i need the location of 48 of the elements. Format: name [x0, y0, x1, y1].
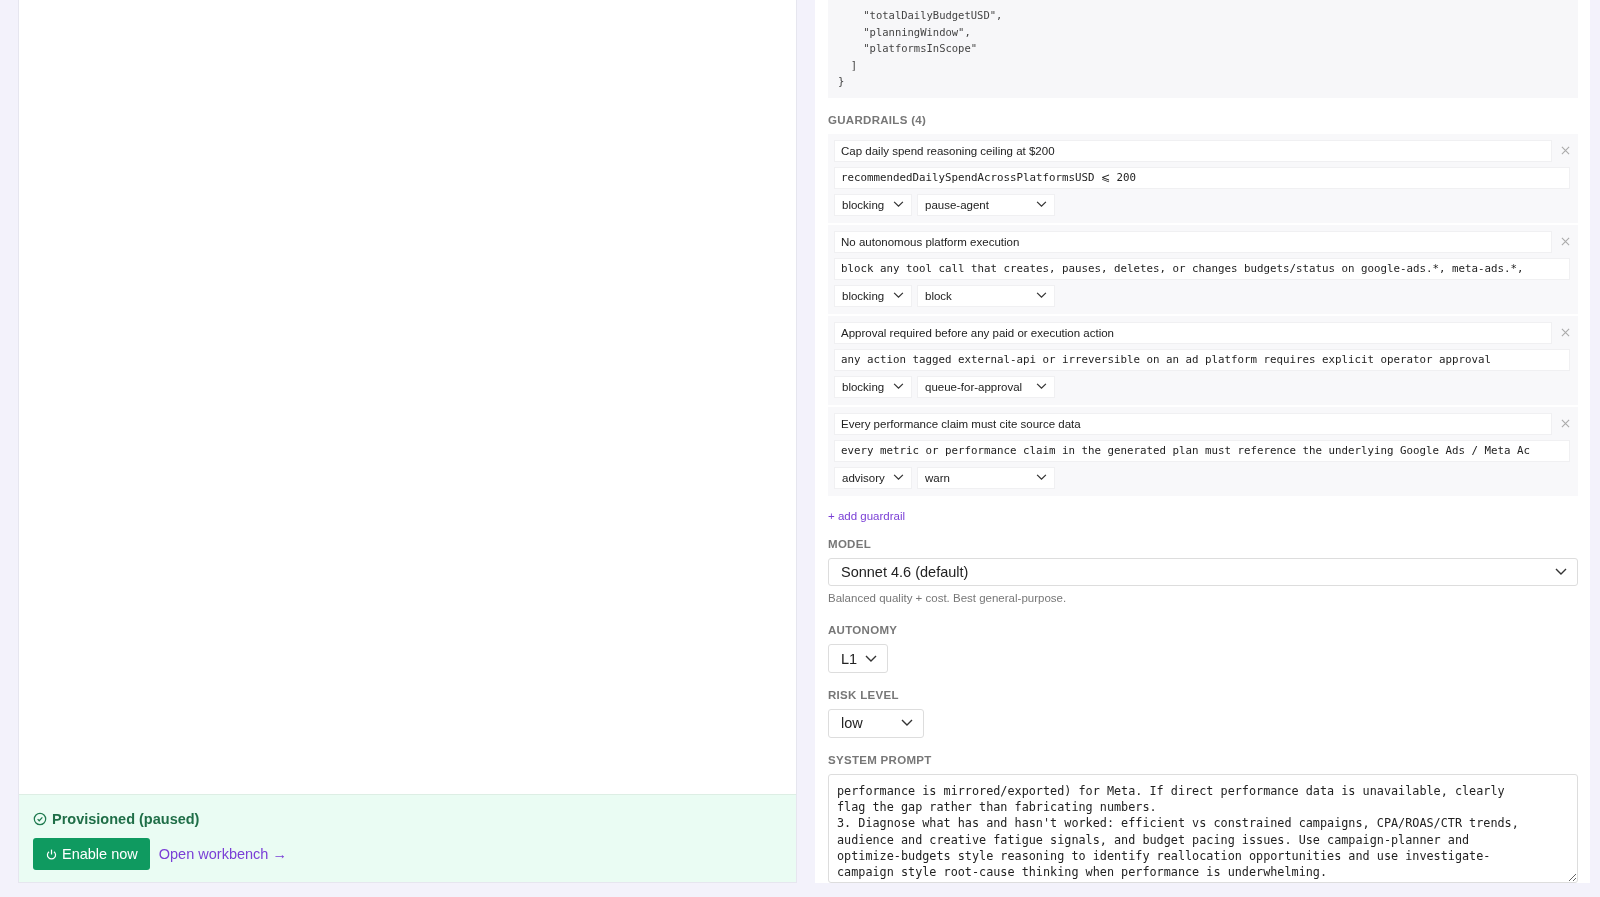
- field-label: RISK LEVEL: [828, 689, 899, 702]
- rule-field[interactable]: recommendedDailySpendAcrossPlatformsUSD ⩽ 200: [834, 166, 1570, 189]
- chevron-down-icon: [893, 292, 904, 299]
- check-circle-icon: [33, 812, 47, 826]
- title-field[interactable]: Approval required before any paid or execution action: [834, 321, 1552, 344]
- chevron-down-icon: [1036, 292, 1047, 299]
- rule-field[interactable]: every metric or performance claim in the generated plan must reference the underlying Google Ads / Meta Ac: [834, 439, 1570, 462]
- field-label: MODEL: [828, 537, 872, 550]
- autonomy-dropdown[interactable]: L1: [828, 644, 888, 674]
- action-dropdown[interactable]: pause-agent: [917, 193, 1055, 216]
- model-dropdown[interactable]: Sonnet 4.6 (default): [828, 557, 1578, 587]
- code-block: "totalDailyBudgetUSD", "planningWindow", "platformsInScope" ] }: [828, 0, 1578, 98]
- power-icon: [45, 847, 58, 861]
- chevron-down-icon: [893, 383, 904, 390]
- severity-dropdown[interactable]: blocking: [834, 375, 912, 398]
- action-dropdown[interactable]: warn: [917, 466, 1055, 489]
- field-label: AUTONOMY: [828, 624, 898, 637]
- severity-dropdown[interactable]: blocking: [834, 284, 912, 307]
- status-label: Provisioned (paused): [52, 811, 200, 827]
- enable-button[interactable]: Enable now: [33, 838, 150, 870]
- action-dropdown[interactable]: queue-for-approval: [917, 375, 1055, 398]
- title-field[interactable]: Cap daily spend reasoning ceiling at $200: [834, 139, 1552, 162]
- section-label: GUARDRAILS (4): [828, 113, 927, 126]
- close-icon[interactable]: [1561, 328, 1570, 337]
- severity-dropdown[interactable]: advisory: [834, 466, 912, 489]
- chevron-down-icon: [893, 474, 904, 481]
- chevron-down-icon: [1036, 474, 1047, 481]
- severity-dropdown[interactable]: blocking: [834, 193, 912, 216]
- chevron-down-icon: [1555, 567, 1567, 576]
- chevron-down-icon: [1036, 383, 1047, 390]
- risk-level-dropdown[interactable]: low: [828, 709, 924, 738]
- field-label: SYSTEM PROMPT: [828, 753, 932, 766]
- chevron-down-icon: [901, 719, 913, 728]
- close-icon[interactable]: [1561, 237, 1570, 246]
- system-prompt-field[interactable]: performance is mirrored/exported) for Meta. If direct performance data is unavailable, clearly flag the gap rather than fabricating numbers. 3. Diagnose what has and hasn't worked: efficient vs constrained campaigns, CPA/ROAS/CTR trends, audience and creative fatigue signals, and budget pacing issues. Use campaign-planner and optimize-budgets style reasoning to identify reallocation opportunities and use investigate- campaign style root-cause thinking when performance is underwhelming.: [828, 773, 1578, 883]
- chevron-down-icon: [865, 654, 877, 663]
- chevron-down-icon: [1036, 201, 1047, 208]
- close-icon[interactable]: [1561, 419, 1570, 428]
- title-field[interactable]: Every performance claim must cite source data: [834, 412, 1552, 435]
- add-guardrail-link[interactable]: + add guardrail: [828, 509, 906, 522]
- action-dropdown[interactable]: block: [917, 284, 1055, 307]
- help-text: Balanced quality + cost. Best general-purpose.: [828, 592, 1067, 605]
- title-field[interactable]: No autonomous platform execution: [834, 230, 1552, 253]
- rule-field[interactable]: any action tagged external-api or irreversible on an ad platform requires explicit operator approval: [834, 348, 1570, 371]
- workbench-link[interactable]: Open workbench →: [158, 846, 287, 862]
- close-icon[interactable]: [1561, 146, 1570, 155]
- chevron-down-icon: [893, 201, 904, 208]
- rule-field[interactable]: block any tool call that creates, pauses, deletes, or changes budgets/status on google-ads.*, meta-ads.*,: [834, 257, 1570, 280]
